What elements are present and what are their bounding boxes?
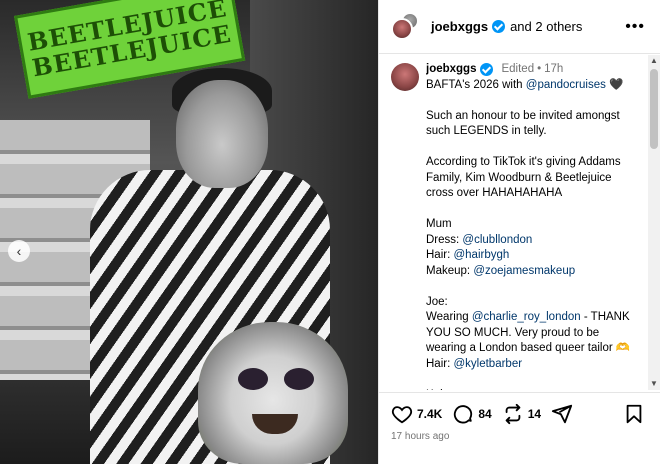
caption-line: [426, 372, 638, 388]
caption-line: Hair: @kyletbarber: [426, 357, 638, 373]
action-row: 7.4K 84 14: [391, 403, 577, 425]
bookmark-icon[interactable]: [623, 403, 645, 425]
post-actions: 7.4K 84 14 17 hours ago: [379, 392, 660, 464]
repost-count[interactable]: 14: [528, 407, 541, 421]
verified-badge-icon: [480, 63, 494, 77]
caption-line: BAFTA's 2026 with @pandocruises 🖤: [426, 78, 638, 94]
caption-line-text: wearing a London based queer tailor 🫶: [426, 342, 631, 354]
caption-line: Dress: @clubllondon: [426, 233, 638, 249]
scroll-up-arrow-icon[interactable]: ▲: [648, 55, 660, 67]
collab-avatars[interactable]: [391, 11, 421, 42]
caption-line: [426, 93, 638, 109]
mention-link[interactable]: @clubllondon: [462, 234, 532, 246]
caption-line-text: Joe:: [426, 295, 448, 308]
caption-line: Kaine: [426, 388, 638, 391]
beetlejuice-eye-left: [238, 368, 268, 390]
header-username[interactable]: joebxggs: [431, 19, 488, 34]
mention-link[interactable]: @pandocruises: [526, 79, 606, 91]
caption-line-text: such LEGENDS in telly.: [426, 125, 547, 137]
author-avatar[interactable]: [391, 17, 413, 40]
beetlejuice-figure: [198, 322, 348, 464]
more-options-button[interactable]: •••: [625, 18, 645, 36]
caption-line: Mum: [426, 217, 638, 233]
repost-icon[interactable]: [502, 403, 524, 425]
header-others[interactable]: and 2 others: [510, 19, 582, 34]
caption-line: Family, Kim Woodburn & Beetlejuice: [426, 171, 638, 187]
caption-line: [426, 140, 638, 156]
caption-line: Joe:: [426, 295, 638, 311]
caption-line-text: Hair:: [426, 249, 454, 261]
heart-icon[interactable]: [391, 403, 413, 425]
caption-line-text: YOU SO MUCH. Very proud to be: [426, 326, 600, 339]
beetlejuice-mouth: [252, 414, 298, 434]
scrollbar-thumb[interactable]: [650, 69, 658, 149]
edited-label: Edited: [501, 63, 535, 75]
caption-line-text: Dress:: [426, 233, 463, 246]
like-count[interactable]: 7.4K: [417, 407, 442, 421]
caption-username[interactable]: joebxggs: [426, 62, 476, 78]
post-timestamp[interactable]: 17 hours ago: [391, 431, 449, 442]
caption-line-text: According to TikTok it's giving Addams: [426, 156, 621, 168]
caption-line-text: Family, Kim Woodburn & Beetlejuice: [426, 171, 612, 184]
header-author: joebxggs and 2 others: [431, 19, 582, 34]
caption-line: wearing a London based queer tailor 🫶: [426, 341, 638, 357]
post-photo[interactable]: BEETLEJUICE BEETLEJUICE ‹: [0, 0, 378, 464]
mention-link[interactable]: @kyletbarber: [453, 358, 522, 370]
caption-line: cross over HAHAHAHAHA: [426, 186, 638, 202]
caption-line-text: Makeup:: [426, 264, 474, 277]
post-header: joebxggs and 2 others •••: [379, 0, 660, 54]
caption-line: According to TikTok it's giving Addams: [426, 155, 638, 171]
scroll-down-arrow-icon[interactable]: ▼: [648, 378, 660, 390]
comment-icon[interactable]: [452, 403, 474, 425]
caption-scrollbar[interactable]: ▲ ▼: [648, 55, 660, 390]
caption-author-avatar[interactable]: [391, 63, 419, 91]
caption-age: 17h: [544, 63, 564, 75]
caption-line: YOU SO MUCH. Very proud to be: [426, 326, 638, 342]
mention-link[interactable]: @charlie_roy_london: [472, 311, 581, 323]
caption-line-text: Mum: [426, 218, 452, 230]
man-face: [176, 80, 268, 188]
comment-count[interactable]: 84: [478, 407, 491, 421]
beetlejuice-eye-right: [284, 368, 314, 390]
mention-link[interactable]: @zoejamesmakeup: [473, 265, 575, 277]
caption-line: [426, 202, 638, 218]
share-icon[interactable]: [551, 403, 573, 425]
caption-line: [426, 279, 638, 295]
caption-meta: joebxggs Edited • 17h: [426, 62, 638, 78]
carousel-previous-button[interactable]: ‹: [8, 240, 30, 262]
caption-line-text: BAFTA's 2026 with: [426, 78, 526, 91]
caption-line: Wearing @charlie_roy_london - THANK: [426, 310, 638, 326]
caption-line-text: cross over HAHAHAHAHA: [426, 187, 563, 199]
caption-line-suffix: - THANK: [580, 311, 630, 323]
caption-line: Such an honour to be invited amongst: [426, 109, 638, 125]
meta-separator: •: [537, 63, 542, 75]
post-side-panel: joebxggs and 2 others ••• joebxggs Edite…: [378, 0, 660, 464]
caption-text: BAFTA's 2026 with @pandocruises 🖤 Such an…: [426, 78, 638, 391]
caption-line-text: Hair:: [426, 357, 454, 370]
caption-line: such LEGENDS in telly.: [426, 124, 638, 140]
verified-badge-icon: [492, 20, 506, 33]
caption-line: Makeup: @zoejamesmakeup: [426, 264, 638, 280]
mention-link[interactable]: @hairbygh: [453, 249, 509, 261]
caption-line-text: Kaine: [426, 389, 455, 391]
caption-line-suffix: 🖤: [605, 78, 624, 91]
caption-line-text: Such an honour to be invited amongst: [426, 109, 620, 122]
caption-line-text: Wearing: [426, 311, 472, 323]
caption-line: Hair: @hairbygh: [426, 248, 638, 264]
caption: joebxggs Edited • 17h BAFTA's 2026 with …: [426, 62, 638, 390]
